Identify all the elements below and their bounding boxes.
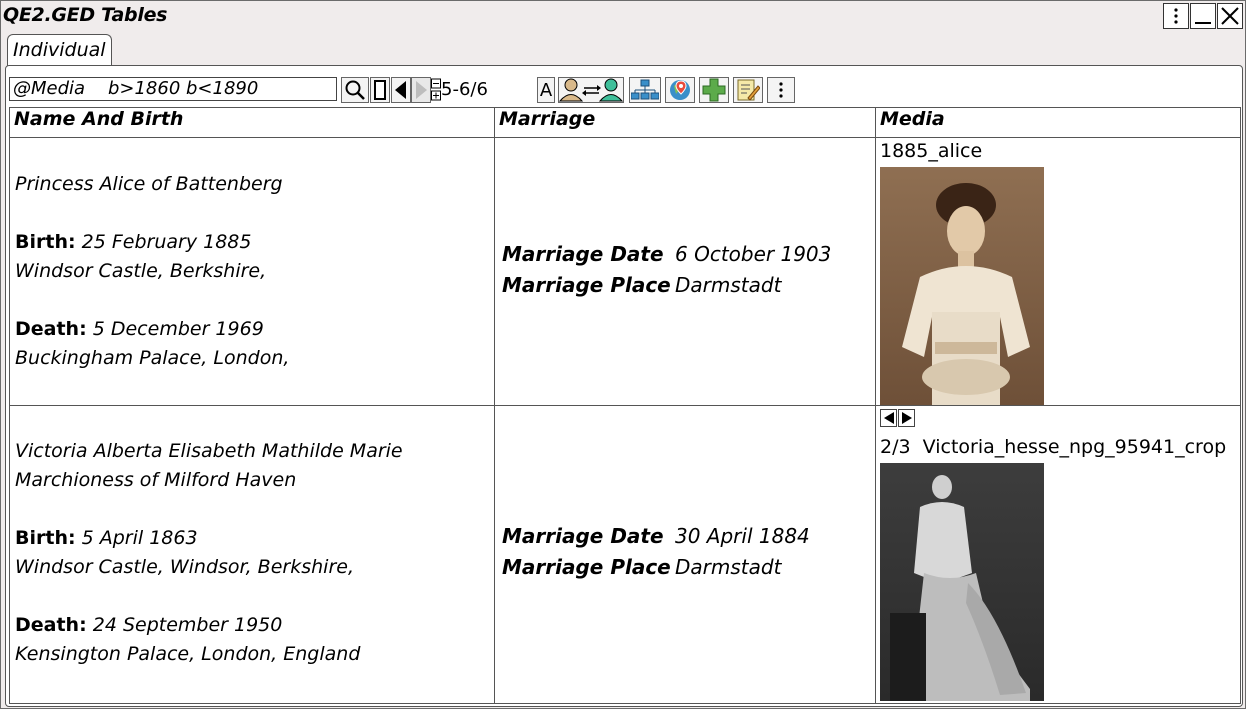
close-icon xyxy=(1221,7,1239,25)
prev-arrow-icon xyxy=(395,81,406,99)
birth-date: 5 April 1863 xyxy=(81,527,198,549)
expand-collapse-icon xyxy=(431,78,441,101)
add-button[interactable] xyxy=(699,77,729,103)
media-cell: 2/3 Victoria_hesse_npg_95941_crop xyxy=(875,405,1241,704)
minimize-icon xyxy=(1195,22,1211,24)
more-icon xyxy=(779,82,783,98)
search-icon xyxy=(345,80,365,100)
add-icon xyxy=(702,78,726,102)
edit-icon xyxy=(737,79,760,101)
app-window: QE2.GED Tables Individual @Media b>1860 … xyxy=(0,0,1246,709)
blank-page-icon xyxy=(374,80,386,100)
media-caption: Victoria_hesse_npg_95941_crop xyxy=(922,436,1227,458)
table-row[interactable]: Victoria Alberta Elisabeth Mathilde Mari… xyxy=(9,405,1241,704)
person-name: Princess Alice of Battenberg xyxy=(15,173,283,195)
relationship-icon xyxy=(559,78,623,102)
tree-button[interactable] xyxy=(629,77,661,103)
table-panel: @Media b>1860 b<1890 5-6/6 A Name And Bi… xyxy=(5,65,1243,707)
person-title: Marchioness of Milford Haven xyxy=(15,469,297,491)
death-place: Buckingham Palace, London, xyxy=(15,347,290,369)
media-caption: 1885_alice xyxy=(880,140,983,162)
media-next-button[interactable] xyxy=(898,409,915,427)
prev-arrow-icon xyxy=(883,412,894,424)
birth-place: Windsor Castle, Windsor, Berkshire, xyxy=(15,556,354,578)
tab-individual[interactable]: Individual xyxy=(7,34,112,66)
media-photo[interactable] xyxy=(880,463,1044,701)
table-row[interactable]: Princess Alice of Battenberg Birth: 25 F… xyxy=(9,137,1241,406)
header-row: Name And Birth Marriage Media xyxy=(9,107,1241,138)
search-button[interactable] xyxy=(341,77,369,103)
media-cell: 1885_alice xyxy=(875,137,1241,406)
birth-label: Birth: xyxy=(15,231,76,253)
media-photo[interactable] xyxy=(880,167,1044,405)
record-range: 5-6/6 xyxy=(441,79,488,100)
close-button[interactable] xyxy=(1217,3,1243,29)
map-pin-icon xyxy=(670,80,690,100)
marriage-date: 6 October 1903 xyxy=(675,242,832,266)
marriage-cell: Marriage Date 6 October 1903 Marriage Pl… xyxy=(494,137,876,406)
map-button[interactable] xyxy=(665,77,695,103)
column-header-marriage[interactable]: Marriage xyxy=(494,107,876,138)
clear-button[interactable] xyxy=(370,77,390,103)
kebab-menu-icon xyxy=(1174,8,1178,24)
column-header-media[interactable]: Media xyxy=(875,107,1241,138)
person-name: Victoria Alberta Elisabeth Mathilde Mari… xyxy=(15,440,403,462)
birth-date: 25 February 1885 xyxy=(81,231,252,253)
marriage-place: Darmstadt xyxy=(675,555,782,579)
window-menu-button[interactable] xyxy=(1163,3,1189,29)
next-page-button[interactable] xyxy=(411,77,431,103)
relationship-button[interactable] xyxy=(558,77,624,103)
death-date: 24 September 1950 xyxy=(92,614,283,636)
individual-table: Name And Birth Marriage Media Princess A… xyxy=(9,107,1241,704)
marriage-cell: Marriage Date 30 April 1884 Marriage Pla… xyxy=(494,405,876,704)
media-nav xyxy=(880,409,916,427)
next-arrow-icon xyxy=(416,81,427,99)
media-counter: 2/3 xyxy=(880,436,911,458)
toolbar: @Media b>1860 b<1890 5-6/6 A xyxy=(9,74,1239,104)
name-birth-cell: Victoria Alberta Elisabeth Mathilde Mari… xyxy=(9,405,495,704)
media-prev-button[interactable] xyxy=(880,409,897,427)
death-place: Kensington Palace, London, England xyxy=(15,643,361,665)
marriage-date: 30 April 1884 xyxy=(675,524,810,548)
marriage-place-label: Marriage Place xyxy=(502,555,671,579)
marriage-date-label: Marriage Date xyxy=(502,242,664,266)
column-header-name[interactable]: Name And Birth xyxy=(9,107,495,138)
window-title: QE2.GED Tables xyxy=(3,4,168,26)
font-button[interactable]: A xyxy=(537,77,555,103)
tab-bar: Individual xyxy=(1,33,1245,67)
birth-place: Windsor Castle, Berkshire, xyxy=(15,260,267,282)
more-button[interactable] xyxy=(767,77,795,103)
tree-icon xyxy=(631,79,659,100)
next-arrow-icon xyxy=(901,412,912,424)
marriage-place-label: Marriage Place xyxy=(502,273,671,297)
death-label: Death: xyxy=(15,318,87,340)
title-bar: QE2.GED Tables xyxy=(1,1,1245,31)
minimize-button[interactable] xyxy=(1190,3,1216,29)
marriage-place: Darmstadt xyxy=(675,273,782,297)
death-label: Death: xyxy=(15,614,87,636)
name-birth-cell: Princess Alice of Battenberg Birth: 25 F… xyxy=(9,137,495,406)
death-date: 5 December 1969 xyxy=(92,318,264,340)
birth-label: Birth: xyxy=(15,527,76,549)
search-input[interactable]: @Media b>1860 b<1890 xyxy=(9,77,337,101)
expand-collapse-button[interactable] xyxy=(431,77,441,103)
marriage-date-label: Marriage Date xyxy=(502,524,664,548)
previous-page-button[interactable] xyxy=(391,77,411,103)
edit-button[interactable] xyxy=(733,77,763,103)
window-controls xyxy=(1162,3,1243,29)
